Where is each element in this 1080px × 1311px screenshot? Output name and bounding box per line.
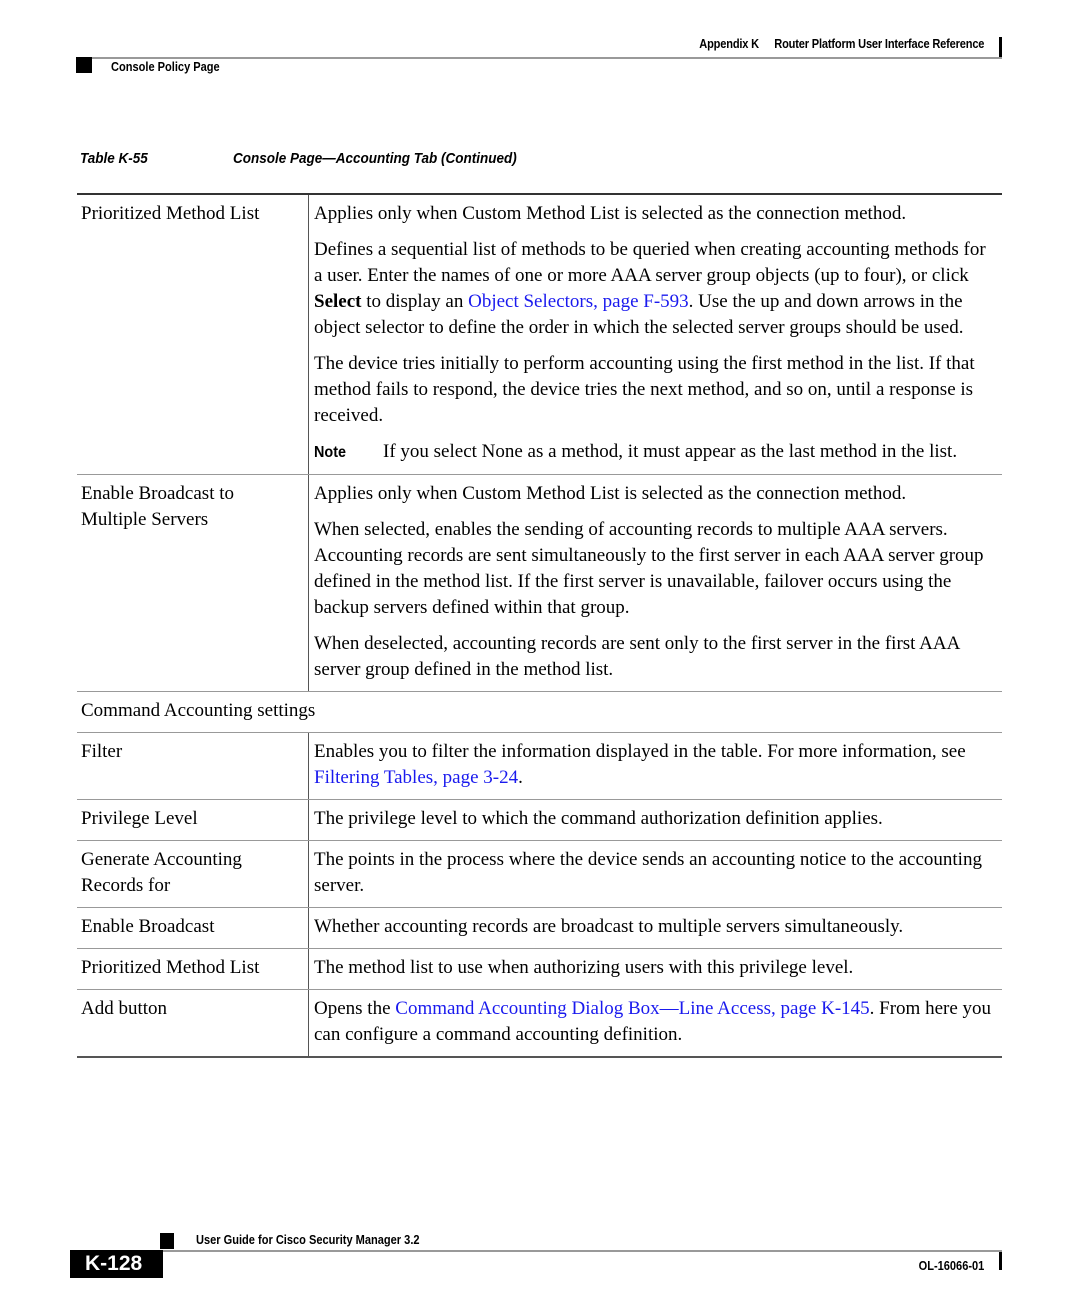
- page-number: K-128: [70, 1250, 163, 1278]
- description-cell: Applies only when Custom Method List is …: [308, 475, 1002, 691]
- paragraph: When deselected, accounting records are …: [314, 633, 960, 680]
- note-text: If you select None as a method, it must …: [383, 441, 958, 462]
- term-cell: Enable Broadcast: [81, 916, 215, 937]
- object-selectors-link[interactable]: Object Selectors, page F-593: [468, 291, 689, 312]
- command-accounting-dialog-link[interactable]: Command Accounting Dialog Box—Line Acces…: [395, 998, 869, 1019]
- text: to display an: [361, 291, 469, 312]
- description-cell: The privilege level to which the command…: [308, 800, 1002, 840]
- chapter-title: Router Platform User Interface Reference: [774, 36, 984, 51]
- table-row: Filter Enables you to filter the informa…: [77, 733, 1002, 800]
- term-cell: Filter: [81, 741, 123, 762]
- description-cell: Opens the Command Accounting Dialog Box—…: [308, 990, 1002, 1056]
- paragraph: Defines a sequential list of methods to …: [314, 237, 994, 341]
- footer-block-marker: [160, 1233, 174, 1249]
- table-row: Prioritized Method List The method list …: [77, 949, 1002, 990]
- description-cell: The points in the process where the devi…: [308, 841, 1002, 907]
- table-section-row: Command Accounting settings: [77, 692, 1002, 733]
- paragraph: Applies only when Custom Method List is …: [314, 203, 907, 224]
- table-row: Add button Opens the Command Accounting …: [77, 990, 1002, 1058]
- term-cell: Generate Accounting Records for: [81, 849, 242, 896]
- text: Opens the: [314, 998, 396, 1019]
- guide-title: User Guide for Cisco Security Manager 3.…: [196, 1232, 420, 1247]
- description-cell: The method list to use when authorizing …: [308, 949, 1002, 989]
- table-row: Prioritized Method List Applies only whe…: [77, 195, 1002, 475]
- bold-text: Select: [314, 291, 362, 312]
- term-cell: Enable Broadcast to Multiple Servers: [81, 483, 235, 530]
- running-header: Appendix K Router Platform User Interface…: [699, 36, 984, 51]
- text: .: [518, 767, 523, 788]
- description-cell: Applies only when Custom Method List is …: [308, 195, 1002, 474]
- filtering-tables-link[interactable]: Filtering Tables, page 3-24: [314, 767, 518, 788]
- document-id: OL-16066-01: [918, 1258, 984, 1273]
- note: Note If you select None as a method, it …: [314, 439, 994, 466]
- table-caption: Table K-55 Console Page—Accounting Tab (C…: [80, 150, 517, 167]
- note-label: Note: [314, 444, 347, 461]
- table-row: Enable Broadcast to Multiple Servers App…: [77, 475, 1002, 692]
- paragraph: When selected, enables the sending of ac…: [314, 519, 984, 618]
- table-row: Generate Accounting Records for The poin…: [77, 841, 1002, 908]
- table-title: Console Page—Accounting Tab (Continued): [233, 150, 517, 167]
- term-cell: Prioritized Method List: [81, 203, 260, 224]
- table-row: Enable Broadcast Whether accounting reco…: [77, 908, 1002, 949]
- definition-table: Prioritized Method List Applies only whe…: [77, 193, 1002, 1058]
- paragraph: The device tries initially to perform ac…: [314, 353, 975, 426]
- header-block-marker: [76, 57, 92, 73]
- text: Defines a sequential list of methods to …: [314, 239, 986, 286]
- term-cell: Privilege Level: [81, 808, 198, 829]
- section-heading: Command Accounting settings: [81, 700, 316, 721]
- table-number: Table K-55: [80, 150, 148, 167]
- footer-rule: [160, 1250, 1002, 1252]
- table-row: Privilege Level The privilege level to w…: [77, 800, 1002, 841]
- term-cell: Prioritized Method List: [81, 957, 260, 978]
- text: Enables you to filter the information di…: [314, 741, 966, 762]
- footer-bar: [999, 1252, 1002, 1270]
- header-bar: [999, 37, 1002, 57]
- appendix-label: Appendix K: [699, 36, 759, 51]
- description-cell: Whether accounting records are broadcast…: [308, 908, 1002, 948]
- term-cell: Add button: [81, 998, 168, 1019]
- description-cell: Enables you to filter the information di…: [308, 733, 1002, 799]
- section-title: Console Policy Page: [111, 59, 220, 74]
- paragraph: Applies only when Custom Method List is …: [314, 483, 907, 504]
